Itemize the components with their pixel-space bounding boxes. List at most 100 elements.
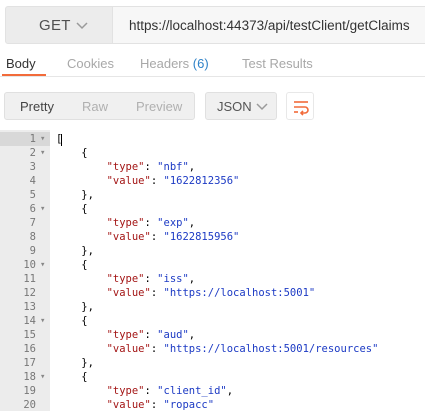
tab-headers[interactable]: Headers (6) xyxy=(140,56,209,71)
line-number: 18 xyxy=(23,371,36,383)
code-text: { xyxy=(56,315,88,327)
code-text: "value": "1622815956" xyxy=(106,231,240,243)
method-dropdown[interactable]: GET xyxy=(5,6,113,44)
fold-arrow-icon[interactable]: ▾ xyxy=(40,146,45,160)
code-line: 9 }, xyxy=(0,244,425,258)
gutter-cell: 12 xyxy=(0,286,50,300)
code-line: 11 "type": "iss", xyxy=(0,272,425,286)
code-text: "value": "https://localhost:5001/resourc… xyxy=(106,343,379,355)
json-key: "value" xyxy=(106,399,151,411)
code-line: 4 "value": "1622812356" xyxy=(0,174,425,188)
line-number: 14 xyxy=(23,315,36,327)
response-body-viewer[interactable]: 1 ▾[2 ▾ {3 "type": "nbf", 4 "value": "16228… xyxy=(0,130,425,411)
code-line: 16 "value": "https://localhost:5001/reso… xyxy=(0,342,425,356)
json-value: "https://localhost:5001" xyxy=(163,287,316,299)
json-key: "value" xyxy=(106,343,151,355)
text-cursor xyxy=(61,134,62,146)
fold-arrow-icon[interactable]: ▾ xyxy=(40,202,45,216)
json-key: "type" xyxy=(106,329,145,341)
code-text: { xyxy=(56,259,88,271)
code-line: 18 ▾ { xyxy=(0,370,425,384)
code-text: "type": "exp", xyxy=(106,217,196,229)
json-key: "type" xyxy=(106,385,145,397)
gutter-cell: 10 ▾ xyxy=(0,258,50,272)
line-number: 10 xyxy=(23,259,36,271)
line-number: 15 xyxy=(23,329,36,341)
preview-button[interactable]: Preview xyxy=(136,99,182,114)
gutter-cell: 15 xyxy=(0,328,50,342)
json-value: "iss" xyxy=(157,273,189,285)
format-dropdown[interactable]: JSON xyxy=(205,92,277,120)
code-text: "type": "aud", xyxy=(106,329,196,341)
tab-test-results[interactable]: Test Results xyxy=(242,56,313,71)
json-key: "type" xyxy=(106,161,145,173)
json-value: "aud" xyxy=(157,329,189,341)
chevron-down-icon xyxy=(256,103,268,111)
code-text: "value": "1622812356" xyxy=(106,175,240,187)
response-tabs: Body Cookies Headers (6) Test Results xyxy=(0,52,425,77)
json-value: "1622812356" xyxy=(163,175,240,187)
json-value: "client_id" xyxy=(157,385,227,397)
code-text: }, xyxy=(56,357,94,369)
view-mode-group: Pretty Raw Preview xyxy=(4,92,195,120)
json-key: "value" xyxy=(106,287,151,299)
gutter-cell: 4 xyxy=(0,174,50,188)
wrap-lines-button[interactable] xyxy=(286,92,314,120)
gutter-cell: 19 xyxy=(0,384,50,398)
code-line: 14 ▾ { xyxy=(0,314,425,328)
code-line: 19 "type": "client_id", xyxy=(0,384,425,398)
line-number: 9 xyxy=(29,245,36,257)
gutter-cell: 8 xyxy=(0,230,50,244)
code-line: 15 "type": "aud", xyxy=(0,328,425,342)
line-number: 8 xyxy=(29,231,36,243)
code-text: { xyxy=(56,203,88,215)
json-key: "type" xyxy=(106,273,145,285)
gutter-cell: 14 ▾ xyxy=(0,314,50,328)
code-line: 1 ▾[ xyxy=(0,132,425,146)
line-number: 16 xyxy=(23,343,36,355)
gutter-cell: 6 ▾ xyxy=(0,202,50,216)
fold-arrow-icon[interactable]: ▾ xyxy=(40,370,45,384)
tab-cookies[interactable]: Cookies xyxy=(67,56,114,71)
line-number: 20 xyxy=(23,399,36,411)
gutter-cell: 16 xyxy=(0,342,50,356)
raw-button[interactable]: Raw xyxy=(82,99,108,114)
gutter-cell: 1 ▾ xyxy=(0,132,50,146)
line-number: 1 xyxy=(29,133,36,145)
json-value: "https://localhost:5001/resources" xyxy=(163,343,379,355)
line-number: 5 xyxy=(29,189,36,201)
active-tab-indicator xyxy=(2,74,46,76)
code-line: 5 }, xyxy=(0,188,425,202)
code-line: 6 ▾ { xyxy=(0,202,425,216)
code-text: }, xyxy=(56,189,94,201)
fold-arrow-icon[interactable]: ▾ xyxy=(40,258,45,272)
response-toolbar: Pretty Raw Preview JSON xyxy=(0,84,425,126)
fold-arrow-icon[interactable]: ▾ xyxy=(40,314,45,328)
pretty-button[interactable]: Pretty xyxy=(20,99,54,114)
json-value: "nbf" xyxy=(157,161,189,173)
code-text: "value": "https://localhost:5001" xyxy=(106,287,316,299)
line-number: 17 xyxy=(23,357,36,369)
line-number: 11 xyxy=(23,273,36,285)
url-input[interactable]: https://localhost:44373/api/testClient/g… xyxy=(113,6,425,44)
gutter-cell: 20 xyxy=(0,398,50,412)
code-line: 8 "value": "1622815956" xyxy=(0,230,425,244)
gutter-cell: 2 ▾ xyxy=(0,146,50,160)
json-value: "ropacc" xyxy=(163,399,215,411)
wrap-lines-icon xyxy=(294,101,309,116)
gutter-cell: 17 xyxy=(0,356,50,370)
code-text: "type": "client_id", xyxy=(106,385,234,397)
request-bar: GET https://localhost:44373/api/testClie… xyxy=(0,0,425,48)
line-number: 19 xyxy=(23,385,36,397)
tab-body[interactable]: Body xyxy=(6,56,36,71)
headers-count-badge: (6) xyxy=(192,56,209,71)
code-line: 20 "value": "ropacc" xyxy=(0,398,425,412)
json-key: "type" xyxy=(106,217,145,229)
code-text: { xyxy=(56,371,88,383)
line-number: 2 xyxy=(29,147,36,159)
json-value: "exp" xyxy=(157,217,189,229)
chevron-down-icon xyxy=(76,22,88,30)
fold-arrow-icon[interactable]: ▾ xyxy=(40,132,45,146)
line-number: 12 xyxy=(23,287,36,299)
gutter-cell: 18 ▾ xyxy=(0,370,50,384)
